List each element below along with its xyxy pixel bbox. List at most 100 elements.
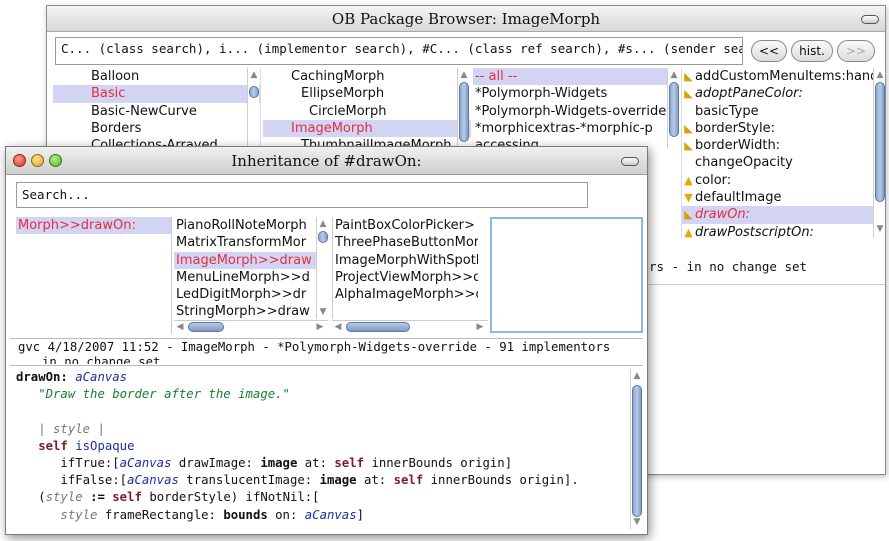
code-token: image xyxy=(319,473,357,488)
history-button[interactable]: hist. xyxy=(791,40,833,62)
close-icon[interactable] xyxy=(13,154,26,167)
scroll-thumb[interactable] xyxy=(459,82,469,142)
list-item[interactable]: ◣ borderWidth: xyxy=(682,137,873,154)
list-item[interactable]: ▲ drawPostscriptOn: xyxy=(682,224,873,238)
inheritance-titlebar[interactable]: Inheritance of #drawOn: xyxy=(6,147,647,175)
list-item-selected[interactable]: Basic xyxy=(53,85,260,103)
code-editor[interactable]: drawOn: aCanvas "Draw the border after t… xyxy=(16,369,628,529)
back-button[interactable]: << xyxy=(751,40,787,62)
scroll-up-icon[interactable]: ▲ xyxy=(631,371,643,381)
list-item[interactable]: AlphaImageMorph>>d xyxy=(333,286,478,303)
list-item[interactable]: ProjectViewMorph>>d xyxy=(333,269,478,286)
implementors-a-hscroll[interactable]: ◀ ▶ xyxy=(174,320,328,333)
override-icon: ◣ xyxy=(684,139,693,153)
category-scrollbar[interactable]: ▲ xyxy=(667,68,679,148)
list-item[interactable]: *Polymorph-Widgets xyxy=(473,85,669,102)
scroll-thumb[interactable] xyxy=(249,86,259,98)
forward-button[interactable]: >> xyxy=(837,40,875,62)
list-item[interactable]: *morphicextras-*morphic-p xyxy=(473,120,669,137)
scroll-right-icon[interactable]: ▶ xyxy=(314,322,326,332)
code-token: style xyxy=(60,507,98,522)
scroll-up-icon[interactable]: ▲ xyxy=(317,219,329,229)
implementors-b-hscroll[interactable]: ◀ ▶ xyxy=(332,320,488,333)
collapse-icon[interactable] xyxy=(861,15,879,24)
list-item[interactable]: ◣ adoptPaneColor: xyxy=(682,85,873,102)
code-selector: drawOn: xyxy=(16,370,68,384)
override-icon: ◣ xyxy=(684,121,693,135)
scroll-thumb[interactable] xyxy=(188,322,224,332)
code-token: ] xyxy=(356,507,365,522)
package-scrollbar[interactable]: ▲ xyxy=(247,68,259,148)
super-implementors-list[interactable]: Morph>>drawOn: xyxy=(16,217,172,334)
code-scrollbar[interactable]: ▲ ▼ xyxy=(630,369,642,529)
scroll-thumb[interactable] xyxy=(875,82,885,202)
list-item[interactable]: Balloon xyxy=(53,68,260,85)
method-label: drawOn: xyxy=(695,207,751,223)
list-item[interactable]: PaintBoxColorPicker> xyxy=(333,217,478,234)
scroll-thumb[interactable] xyxy=(346,322,410,332)
list-item-selected[interactable]: ImageMorph xyxy=(263,119,471,138)
scroll-down-icon[interactable]: ▼ xyxy=(874,224,886,234)
code-arg: aCanvas xyxy=(127,473,179,488)
list-item[interactable]: MatrixTransformMor xyxy=(174,234,316,251)
list-item[interactable]: ImageMorphWithSpotl xyxy=(333,252,478,269)
code-temps: | style | xyxy=(38,421,105,436)
list-item[interactable]: Basic-NewCurve xyxy=(53,103,260,120)
class-list[interactable]: CachingMorph EllipseMorph CircleMorph Im… xyxy=(263,68,471,148)
scroll-up-icon[interactable]: ▲ xyxy=(458,70,470,80)
implementors-a-vscroll[interactable]: ▲ ▼ xyxy=(316,217,328,319)
scroll-up-icon[interactable]: ▲ xyxy=(874,70,886,80)
code-token: := xyxy=(90,490,105,505)
class-search-input[interactable]: C... (class search), i... (implementor s… xyxy=(55,37,743,65)
list-item[interactable]: CircleMorph xyxy=(263,103,471,120)
list-item-selected[interactable]: ◣ drawOn: xyxy=(682,206,873,224)
code-arg: aCanvas xyxy=(75,370,128,384)
package-list[interactable]: Balloon Basic Basic-NewCurve Borders Col… xyxy=(53,68,261,148)
list-item[interactable]: LedDigitMorph>>dr xyxy=(174,286,316,303)
scroll-thumb[interactable] xyxy=(632,385,642,517)
scroll-up-icon[interactable]: ▲ xyxy=(668,70,680,80)
list-item[interactable]: changeOpacity xyxy=(682,154,873,171)
list-item[interactable]: ▲ color: xyxy=(682,172,873,189)
scroll-thumb[interactable] xyxy=(669,82,679,137)
list-item[interactable]: PianoRollNoteMorph xyxy=(174,217,316,234)
code-arg: aCanvas xyxy=(304,507,357,522)
implementors-list-b[interactable]: PaintBoxColorPicker> ThreePhaseButtonMor… xyxy=(332,217,478,319)
method-label: color: xyxy=(695,172,732,188)
category-list[interactable]: -- all -- *Polymorph-Widgets *Polymorph-… xyxy=(473,68,669,148)
minimize-icon[interactable] xyxy=(31,154,44,167)
method-scrollbar[interactable]: ▲ ▼ xyxy=(873,68,885,238)
list-item-selected[interactable]: ImageMorph>>draw xyxy=(174,251,316,269)
scroll-thumb[interactable] xyxy=(318,231,328,243)
list-item[interactable]: ThreePhaseButtonMor xyxy=(333,234,478,251)
empty-list-pane[interactable] xyxy=(490,217,643,333)
implementors-list-a[interactable]: PianoRollNoteMorph MatrixTransformMor Im… xyxy=(174,217,316,319)
code-token: isOpaque xyxy=(75,438,135,453)
list-item[interactable]: EllipseMorph xyxy=(263,85,471,102)
method-list[interactable]: ◣ addCustomMenuItems:hand ◣ adoptPaneColor… xyxy=(681,68,873,238)
scroll-left-icon[interactable]: ◀ xyxy=(332,322,344,332)
list-item[interactable]: ▼ defaultImage xyxy=(682,189,873,206)
list-item[interactable]: Borders xyxy=(53,120,260,137)
scroll-up-icon[interactable]: ▲ xyxy=(248,70,260,80)
collapse-icon[interactable] xyxy=(621,157,639,166)
scroll-down-icon[interactable]: ▼ xyxy=(317,307,329,317)
list-item[interactable]: basicType xyxy=(682,103,873,120)
list-item[interactable]: ◣ borderStyle: xyxy=(682,120,873,137)
scroll-down-icon[interactable]: ▼ xyxy=(631,517,643,527)
list-item[interactable]: StringMorph>>draw xyxy=(174,303,316,319)
maximize-icon[interactable] xyxy=(49,154,62,167)
list-item-selected[interactable]: -- all -- xyxy=(473,68,669,86)
class-scrollbar[interactable]: ▲ xyxy=(457,68,469,148)
package-browser-titlebar[interactable]: OB Package Browser: ImageMorph xyxy=(47,6,885,32)
method-label: basicType xyxy=(695,103,759,119)
scroll-right-icon[interactable]: ▶ xyxy=(474,322,486,332)
code-token: on: xyxy=(275,507,298,522)
list-item[interactable]: CachingMorph xyxy=(263,68,471,85)
list-item[interactable]: *Polymorph-Widgets-override xyxy=(473,103,669,120)
list-item-selected[interactable]: Morph>>drawOn: xyxy=(16,217,171,235)
list-item[interactable]: ◣ addCustomMenuItems:hand xyxy=(682,68,873,85)
list-item[interactable]: MenuLineMorph>>d xyxy=(174,269,316,286)
search-input[interactable]: Search... xyxy=(16,182,588,208)
scroll-left-icon[interactable]: ◀ xyxy=(174,322,186,332)
